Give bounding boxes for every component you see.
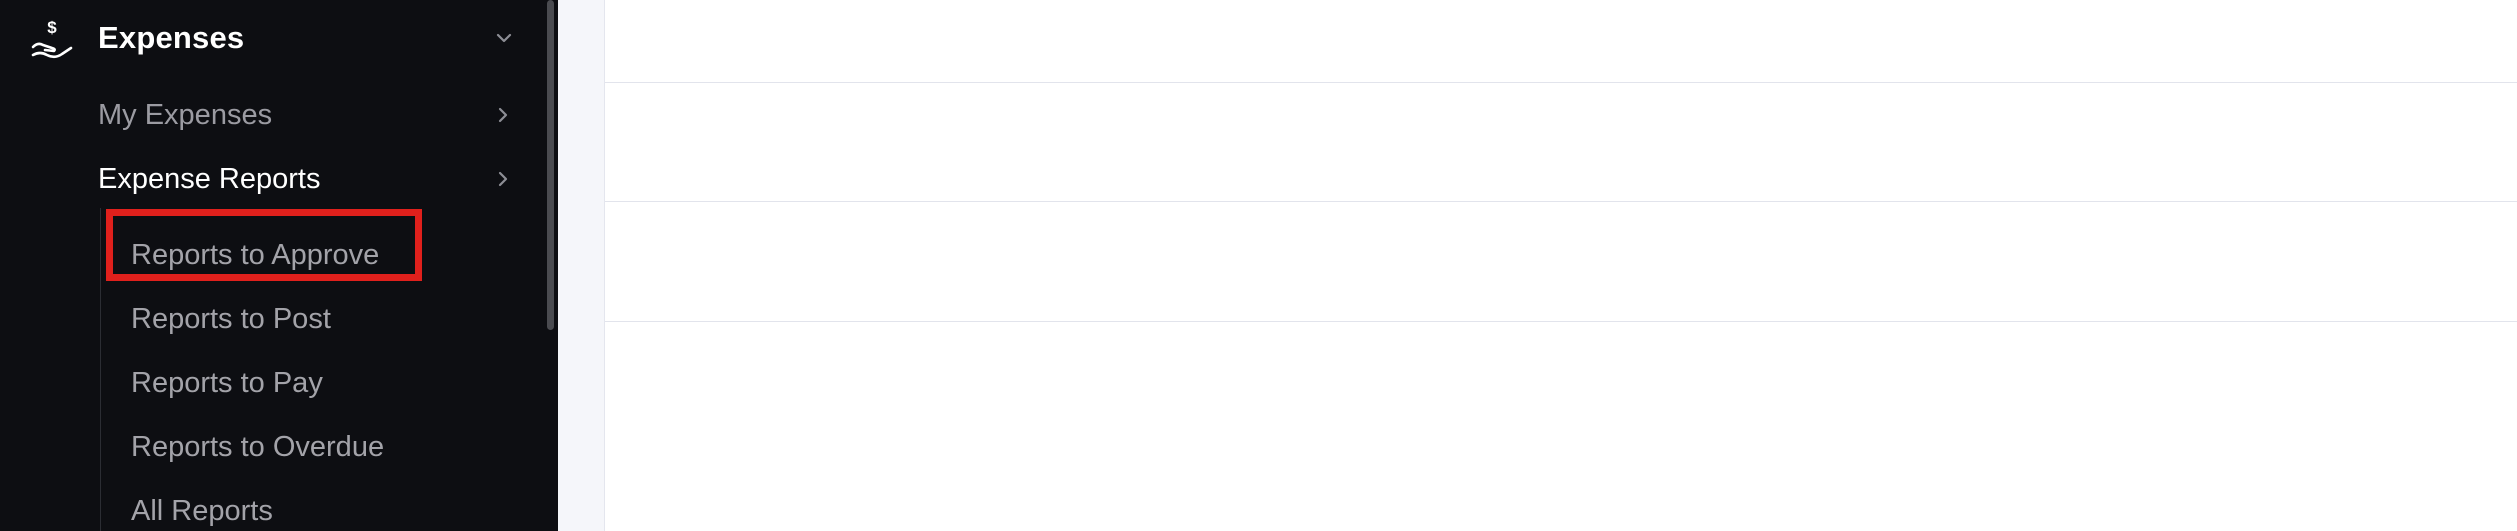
main-content <box>605 0 2517 531</box>
chevron-right-icon <box>498 107 508 123</box>
submenu-item-reports-to-overdue[interactable]: Reports to Overdue <box>131 422 384 472</box>
chevron-right-icon <box>498 171 508 187</box>
chevron-down-icon[interactable] <box>494 28 514 48</box>
content-gutter <box>558 0 605 531</box>
sidebar-section-title: Expenses <box>98 20 245 55</box>
submenu-item-all-reports[interactable]: All Reports <box>131 486 273 531</box>
sidebar-item-label: Expense Reports <box>98 163 321 195</box>
sidebar-item-my-expenses[interactable]: My Expenses <box>98 90 528 140</box>
submenu-item-reports-to-post[interactable]: Reports to Post <box>131 294 331 344</box>
sidebar-scrollbar-thumb[interactable] <box>547 0 554 330</box>
sidebar: $ Expenses My Expenses Expense Reports R… <box>0 0 558 531</box>
content-row <box>605 203 2517 322</box>
hand-dollar-icon: $ <box>31 18 73 59</box>
content-row <box>605 0 2517 83</box>
content-row <box>605 83 2517 202</box>
svg-text:$: $ <box>47 18 57 37</box>
sidebar-section-expenses[interactable]: $ Expenses <box>0 0 540 78</box>
highlight-annotation-box <box>106 209 422 281</box>
submenu-guide-line <box>100 208 101 531</box>
sidebar-item-expense-reports[interactable]: Expense Reports <box>98 154 528 204</box>
sidebar-item-label: My Expenses <box>98 99 273 131</box>
submenu-item-reports-to-pay[interactable]: Reports to Pay <box>131 358 323 408</box>
